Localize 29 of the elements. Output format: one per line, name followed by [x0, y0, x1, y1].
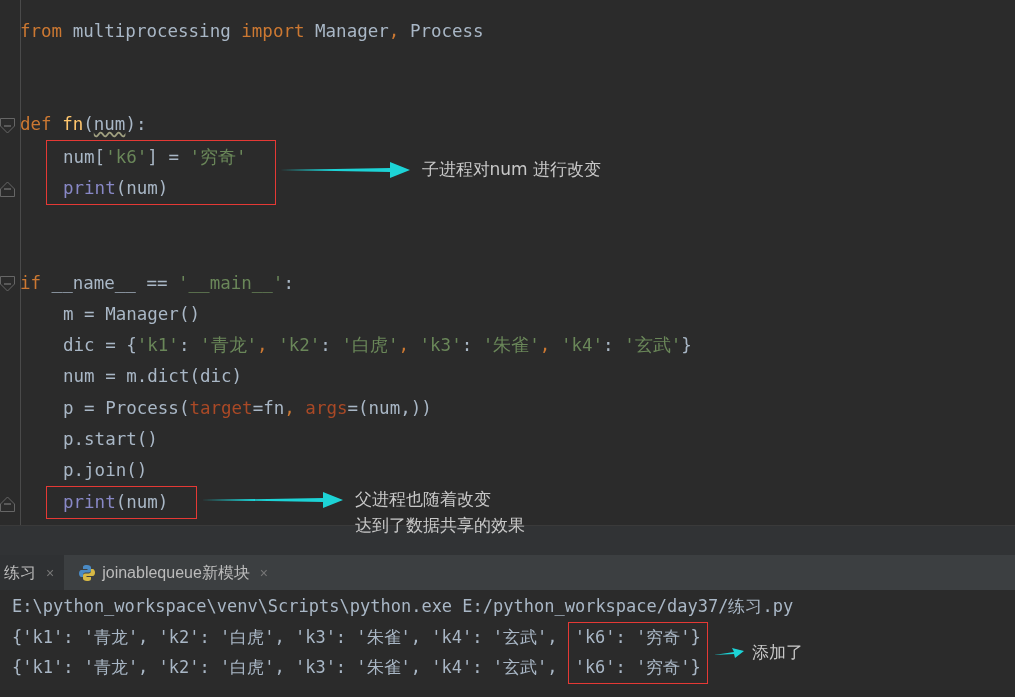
annotation-text: 子进程对num 进行改变 [421, 157, 602, 181]
console-line: 'k6': '穷奇'} [574, 626, 701, 650]
code-line: p.start() [63, 427, 158, 451]
code-line: print(num) [63, 176, 169, 200]
fold-end-icon[interactable] [0, 181, 15, 198]
tab-label: joinablequeue新模块 [102, 562, 250, 583]
tab-label: 练习 [4, 562, 36, 583]
code-line: if __name__ == '__main__': [20, 271, 294, 295]
annotation-text: 父进程也随着改变 [355, 487, 493, 511]
code-line: print(num) [63, 491, 169, 515]
close-icon[interactable]: × [46, 565, 55, 580]
code-line: p.join() [63, 459, 148, 482]
annotation-text: 添加了 [751, 641, 803, 665]
fold-collapse-icon[interactable] [0, 117, 15, 134]
code-line: p = Process(target=fn, args=(num,)) [63, 396, 432, 420]
console-line: 'k6': '穷奇'} [574, 656, 701, 680]
console-command: E:\python_workspace\venv\Scripts\python.exe E:/python_workspace/day37/练习.py [12, 595, 794, 619]
console-line: {'k1': '青龙', 'k2': '白虎', 'k3': '朱雀', 'k4': '玄武', [12, 626, 559, 650]
console-line: {'k1': '青龙', 'k2': '白虎', 'k3': '朱雀', 'k4': '玄武', [12, 656, 559, 680]
code-line: m = Manager() [63, 302, 200, 326]
code-line: dic = {'k1': '青龙', 'k2': '白虎', 'k3': '朱雀', 'k4': '玄武'} [63, 334, 692, 357]
code-line: num = m.dict(dic) [63, 365, 243, 389]
run-tab[interactable]: 练习 × [0, 555, 65, 590]
annotation-text: 达到了数据共享的效果 [355, 513, 526, 537]
fold-collapse-icon[interactable] [0, 276, 15, 292]
fold-end-icon[interactable] [0, 495, 15, 512]
code-line: def fn(num): [20, 113, 147, 137]
code-line: num['k6'] = '穷奇' [63, 145, 247, 169]
code-line: from multiprocessing import Manager, Process [20, 19, 484, 43]
